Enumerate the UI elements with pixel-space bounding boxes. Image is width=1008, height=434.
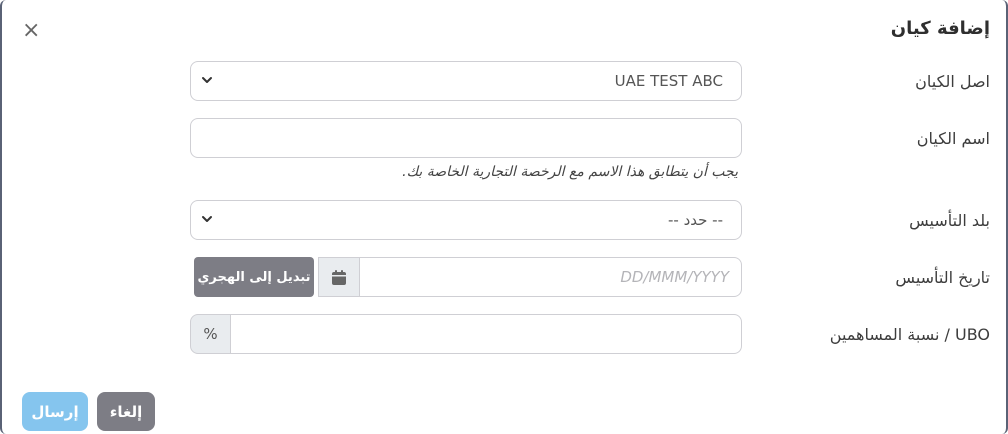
chevron-down-icon (202, 77, 212, 83)
percent-addon: % (190, 314, 231, 354)
add-entity-modal: إضافة كيان × اصل الكيان UAE TEST ABC اسم… (0, 0, 1008, 434)
chevron-down-icon (202, 216, 212, 222)
cancel-button[interactable]: إلغاء (97, 392, 155, 431)
calendar-button[interactable] (318, 257, 360, 297)
entity-name-label: اسم الكيان (916, 129, 990, 148)
date-of-incorporation-input[interactable]: DD/MMM/YYYY (359, 257, 742, 297)
entity-origin-value: UAE TEST ABC (614, 72, 723, 90)
ubo-percentage-label: UBO / نسبة المساهمين (829, 325, 990, 344)
submit-button[interactable]: إرسال (22, 392, 88, 431)
close-icon[interactable]: × (22, 18, 40, 44)
switch-to-hijri-button[interactable]: تبديل إلى الهجري (194, 257, 314, 297)
entity-name-input[interactable] (190, 118, 742, 158)
modal-title: إضافة كيان (890, 18, 990, 39)
ubo-percentage-input[interactable] (230, 314, 742, 354)
calendar-icon (332, 269, 346, 285)
entity-name-hint: يجب أن يتطابق هذا الاسم مع الرخصة التجار… (402, 164, 738, 180)
country-of-incorporation-value: -- حدد -- (667, 211, 723, 229)
date-of-incorporation-label: تاريخ التأسيس (895, 268, 990, 287)
date-placeholder: DD/MMM/YYYY (620, 268, 729, 286)
country-of-incorporation-label: بلد التأسيس (909, 211, 990, 230)
entity-origin-label: اصل الكيان (915, 72, 990, 91)
entity-origin-select[interactable]: UAE TEST ABC (190, 61, 742, 101)
country-of-incorporation-select[interactable]: -- حدد -- (190, 200, 742, 240)
